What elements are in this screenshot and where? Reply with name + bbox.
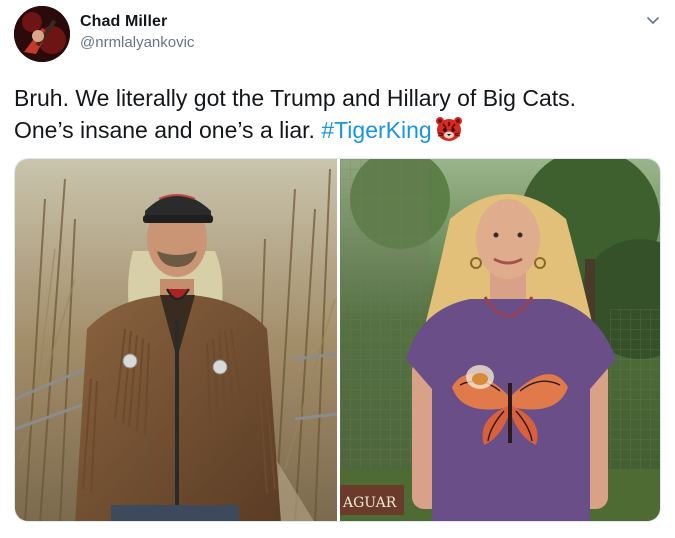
tweet-text-line1: Bruh. We literally got the Trump and Hil… — [14, 85, 577, 111]
photo-man-fringe-jacket[interactable] — [15, 159, 337, 521]
sign-text: AGUAR — [342, 495, 397, 511]
photo-woman-purple-shirt[interactable]: AGUAR — [340, 159, 660, 521]
media-grid[interactable]: AGUAR — [14, 158, 661, 522]
chevron-down-icon[interactable] — [645, 12, 661, 28]
display-name[interactable]: Chad Miller — [80, 13, 167, 31]
tweet-text: Bruh. We literally got the Trump and Hil… — [14, 82, 664, 152]
hashtag-link[interactable]: #TigerKing — [321, 117, 431, 143]
avatar[interactable] — [14, 6, 70, 62]
tiger-face-icon — [434, 114, 464, 152]
tweet: Chad Miller @nrmlalyankovic Bruh. We lit… — [0, 0, 675, 538]
tweet-text-line2: One’s insane and one’s a liar. — [14, 117, 315, 143]
user-handle[interactable]: @nrmlalyankovic — [80, 34, 194, 51]
